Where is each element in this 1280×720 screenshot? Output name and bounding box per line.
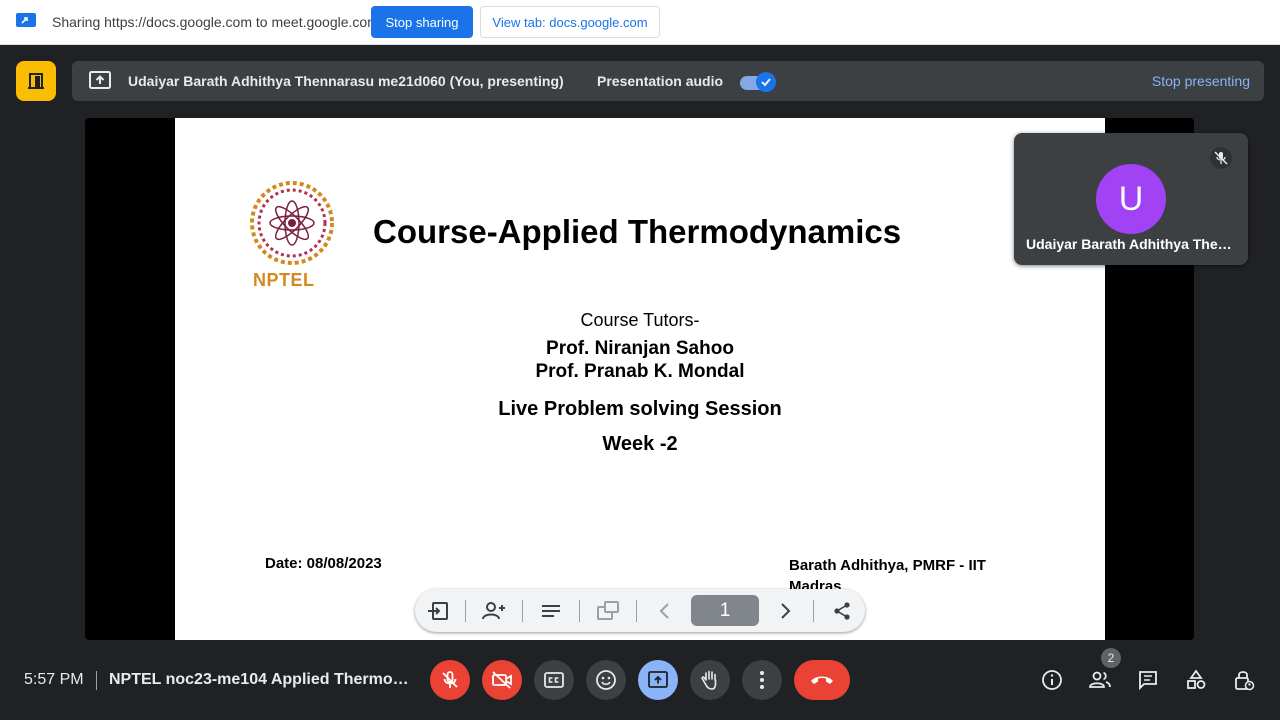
chat-icon: [1139, 671, 1157, 691]
slide-controls-toolbar: 1: [415, 589, 865, 632]
tutor-name-2: Prof. Pranab K. Mondal: [535, 361, 745, 382]
toolbar-divider: [636, 600, 637, 622]
closed-captions-icon: [544, 672, 564, 688]
present-screen-icon: [89, 71, 111, 89]
avatar: U: [1096, 164, 1166, 234]
share-icon: [834, 602, 850, 620]
toolbar-divider: [465, 600, 466, 622]
shapes-icon: [1187, 669, 1206, 689]
camera-toggle-button[interactable]: [482, 660, 522, 700]
stop-presenting-button[interactable]: Stop presenting: [1152, 73, 1250, 89]
more-options-button[interactable]: [742, 660, 782, 700]
participant-name: Udaiyar Barath Adhithya Thennarasu me21d…: [1026, 236, 1238, 252]
exit-door-button[interactable]: [16, 61, 56, 101]
slide-date: Date: 08/08/2023: [265, 555, 382, 572]
chevron-left-icon: [659, 603, 669, 619]
chat-button[interactable]: [1132, 664, 1164, 696]
exit-fullscreen-button[interactable]: [423, 596, 453, 626]
previous-slide-button[interactable]: [650, 596, 680, 626]
tutor-name-1: Prof. Niranjan Sahoo: [546, 338, 734, 359]
captions-toggle-button[interactable]: [593, 596, 623, 626]
week-label: Week -2: [602, 433, 678, 455]
hand-icon: [701, 670, 717, 690]
camera-off-icon: [492, 671, 512, 689]
toolbar-divider: [579, 600, 580, 622]
microphone-toggle-button[interactable]: [430, 660, 470, 700]
mic-muted-indicator: [1210, 147, 1232, 169]
reactions-button[interactable]: [586, 660, 626, 700]
toolbar-divider: [522, 600, 523, 622]
participant-count-badge: 2: [1101, 648, 1121, 668]
self-participant-tile[interactable]: U Udaiyar Barath Adhithya Thennarasu me2…: [1014, 133, 1248, 265]
people-button[interactable]: [1084, 664, 1116, 696]
exit-present-icon: [428, 602, 448, 620]
stop-sharing-button[interactable]: Stop sharing: [371, 6, 473, 38]
slides-captions-icon: [597, 601, 619, 620]
info-icon: [1042, 670, 1062, 690]
emoji-icon: [596, 670, 616, 690]
host-controls-button[interactable]: [1228, 664, 1260, 696]
mic-off-icon: [1214, 151, 1228, 165]
presentation-audio-toggle[interactable]: [740, 72, 776, 92]
add-person-icon: [482, 602, 505, 620]
raise-hand-button[interactable]: [690, 660, 730, 700]
bottom-divider: [96, 671, 97, 690]
tab-sharing-bar: Sharing https://docs.google.com to meet.…: [0, 0, 1280, 45]
session-title: Live Problem solving Session: [498, 398, 782, 420]
share-slides-button[interactable]: [827, 596, 857, 626]
slide-canvas: NPTEL Course-Applied Thermodynamics Cour…: [175, 118, 1105, 640]
slide-title: Course-Applied Thermodynamics: [373, 213, 902, 250]
next-slide-button[interactable]: [770, 596, 800, 626]
meeting-clock: 5:57 PM: [24, 671, 84, 688]
toolbar-divider: [813, 600, 814, 622]
screen-share-icon: [16, 13, 36, 27]
notes-icon: [542, 605, 560, 617]
meeting-details-button[interactable]: [1036, 664, 1068, 696]
captions-button[interactable]: [534, 660, 574, 700]
present-to-all-icon: [648, 671, 668, 688]
door-icon: [28, 73, 44, 89]
presenting-bar: Udaiyar Barath Adhithya Thennarasu me21d…: [72, 61, 1264, 101]
presentation-audio-label: Presentation audio: [597, 73, 724, 89]
people-icon: [1089, 671, 1111, 688]
slide-number-indicator[interactable]: 1: [691, 595, 759, 626]
mic-off-icon: [442, 671, 458, 688]
toggle-knob: [756, 72, 776, 92]
sharing-status-text: Sharing https://docs.google.com to meet.…: [52, 14, 379, 30]
activities-button[interactable]: [1180, 664, 1212, 696]
checkmark-icon: [761, 78, 771, 87]
present-now-button[interactable]: [638, 660, 678, 700]
nptel-logo: [250, 181, 334, 265]
leave-call-button[interactable]: [794, 660, 850, 700]
course-tutors-label: Course Tutors-: [580, 310, 700, 330]
nptel-logo-text: NPTEL: [253, 270, 315, 290]
speaker-notes-button[interactable]: [536, 596, 566, 626]
more-vertical-icon: [760, 671, 764, 689]
lock-person-icon: [1235, 671, 1255, 691]
audience-tools-button[interactable]: [479, 596, 509, 626]
chevron-right-icon: [781, 603, 791, 619]
meeting-title: NPTEL noc23-me104 Applied Thermodynamics: [109, 671, 414, 688]
presenter-name: Udaiyar Barath Adhithya Thennarasu me21d…: [128, 73, 564, 89]
hang-up-icon: [811, 676, 833, 684]
view-tab-button[interactable]: View tab: docs.google.com: [480, 6, 660, 38]
